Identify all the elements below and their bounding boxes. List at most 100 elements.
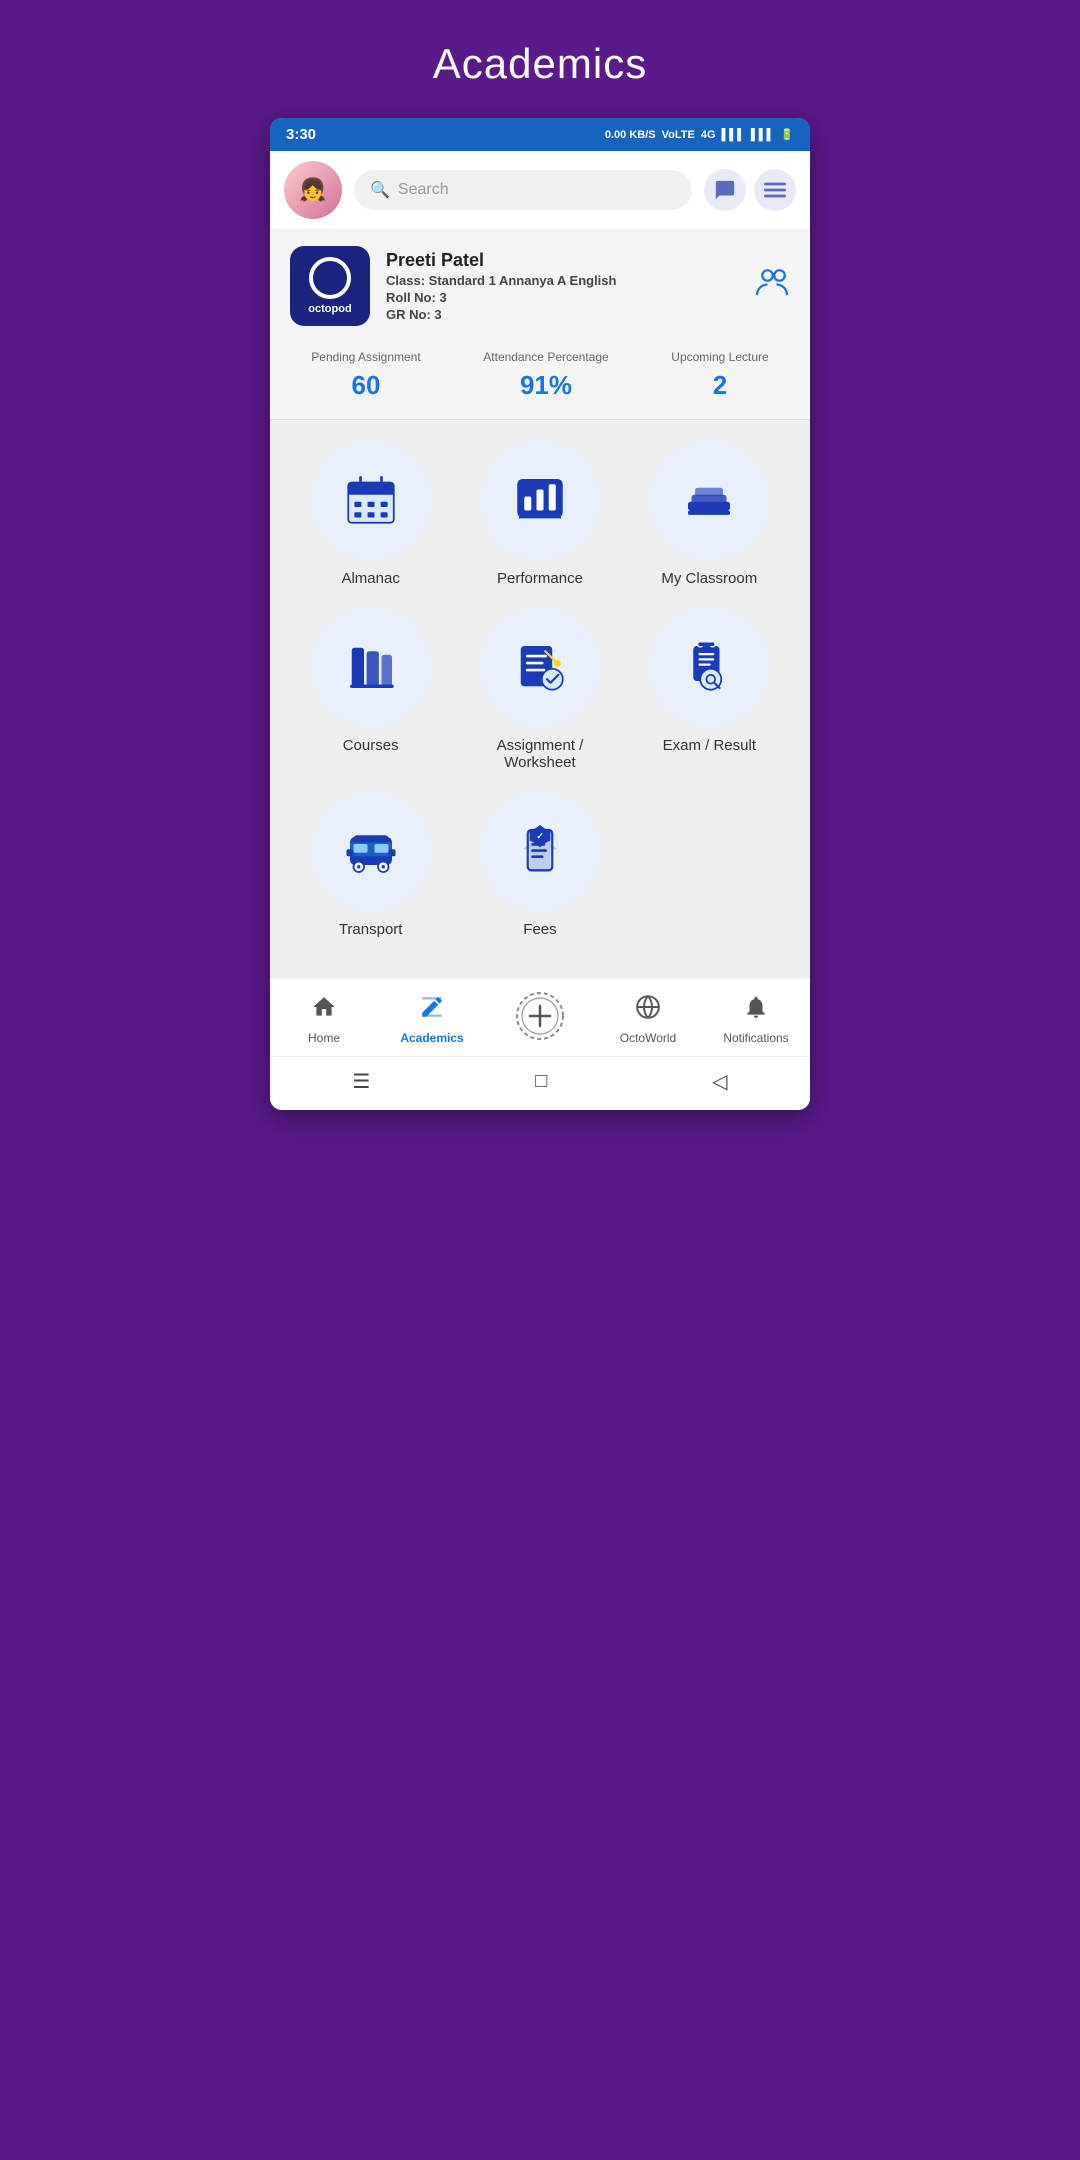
grid-item-transport[interactable]: Transport <box>296 791 446 938</box>
status-time: 3:30 <box>286 126 316 143</box>
stat-attendance-value: 91% <box>483 370 608 401</box>
header-icons <box>704 169 796 211</box>
roll-label: Roll No: <box>386 290 436 305</box>
almanac-icon-circle <box>311 440 431 560</box>
globe-icon <box>635 994 661 1027</box>
class-label: Class: <box>386 273 425 288</box>
nav-octoworld-label: OctoWorld <box>620 1031 676 1045</box>
sys-menu-icon[interactable]: ☰ <box>352 1069 370 1094</box>
header: 👧 🔍 Search <box>270 151 810 230</box>
battery-icon: 🔋 <box>780 128 794 141</box>
phone-frame: 3:30 0.00 KB/S VoLTE 4G ▌▌▌ ▌▌▌ 🔋 👧 🔍 Se… <box>270 118 810 1110</box>
exam-label: Exam / Result <box>663 737 756 754</box>
octopod-circle <box>309 257 351 299</box>
octopod-text: octopod <box>308 303 351 315</box>
stat-upcoming-lecture: Upcoming Lecture 2 <box>671 350 768 401</box>
calendar-icon <box>343 472 399 528</box>
stats-row: Pending Assignment 60 Attendance Percent… <box>270 336 810 420</box>
search-placeholder: Search <box>398 181 449 199</box>
courses-label: Courses <box>343 737 399 754</box>
transport-icon-circle <box>311 791 431 911</box>
grid-item-courses[interactable]: Courses <box>296 607 446 771</box>
search-bar[interactable]: 🔍 Search <box>354 170 692 210</box>
people-icon <box>754 265 790 308</box>
stat-attendance-label: Attendance Percentage <box>483 350 608 364</box>
menu-button[interactable] <box>754 169 796 211</box>
fees-icon: ✓ <box>512 823 568 879</box>
nav-notifications[interactable]: Notifications <box>716 994 796 1045</box>
grid-item-almanac[interactable]: Almanac <box>296 440 446 587</box>
gr-value: 3 <box>434 307 441 322</box>
nav-octoworld[interactable]: OctoWorld <box>608 994 688 1045</box>
chat-icon <box>714 179 736 201</box>
signal-bars: ▌▌▌ <box>722 129 745 141</box>
assignment-icon <box>512 639 568 695</box>
system-nav: ☰ □ ◁ <box>270 1056 810 1110</box>
exam-icon-circle <box>649 607 769 727</box>
nav-academics-label: Academics <box>400 1031 463 1045</box>
nav-home[interactable]: Home <box>284 994 364 1045</box>
network-speed: 0.00 KB/S <box>605 129 656 141</box>
status-right: 0.00 KB/S VoLTE 4G ▌▌▌ ▌▌▌ 🔋 <box>605 128 794 141</box>
grid-item-performance[interactable]: Performance <box>465 440 615 587</box>
sys-back-icon[interactable]: ◁ <box>712 1069 727 1094</box>
status-bar: 3:30 0.00 KB/S VoLTE 4G ▌▌▌ ▌▌▌ 🔋 <box>270 118 810 151</box>
grid-item-my-classroom[interactable]: My Classroom <box>634 440 784 587</box>
nav-home-label: Home <box>308 1031 340 1045</box>
avatar[interactable]: 👧 <box>284 161 342 219</box>
my-classroom-label: My Classroom <box>661 570 757 587</box>
my-classroom-icon-circle <box>649 440 769 560</box>
grid-section: Almanac Performance <box>270 420 810 978</box>
transport-icon <box>343 823 399 879</box>
transport-label: Transport <box>339 921 403 938</box>
grid-item-fees[interactable]: ✓ Fees <box>465 791 615 938</box>
search-icon: 🔍 <box>370 180 390 200</box>
sys-home-icon[interactable]: □ <box>535 1070 547 1093</box>
bottom-nav: Home Academics <box>270 978 810 1056</box>
gr-label: GR No: <box>386 307 431 322</box>
profile-class: Class: Standard 1 Annanya A English <box>386 273 738 288</box>
profile-roll: Roll No: 3 <box>386 290 738 305</box>
class-value: Standard 1 Annanya A English <box>429 273 617 288</box>
svg-text:✓: ✓ <box>536 831 543 841</box>
nav-notifications-label: Notifications <box>723 1031 788 1045</box>
assignment-label: Assignment / Worksheet <box>465 737 615 771</box>
page-title: Academics <box>433 40 647 88</box>
profile-card: octopod Preeti Patel Class: Standard 1 A… <box>270 230 810 336</box>
grid-item-exam[interactable]: Exam / Result <box>634 607 784 771</box>
chat-button[interactable] <box>704 169 746 211</box>
profile-info: Preeti Patel Class: Standard 1 Annanya A… <box>386 250 738 322</box>
bell-icon <box>743 994 769 1027</box>
courses-icon <box>343 639 399 695</box>
grid-row-2: Courses Assignment / Worksheet <box>286 607 794 771</box>
stat-pending-assignment: Pending Assignment 60 <box>311 350 420 401</box>
roll-value: 3 <box>439 290 446 305</box>
performance-icon-circle <box>480 440 600 560</box>
almanac-label: Almanac <box>341 570 399 587</box>
performance-icon <box>512 472 568 528</box>
exam-icon <box>681 639 737 695</box>
stat-attendance: Attendance Percentage 91% <box>483 350 608 401</box>
hamburger-icon <box>764 179 786 201</box>
profile-name: Preeti Patel <box>386 250 738 271</box>
sim-indicator: VoLTE <box>662 129 695 141</box>
plus-badge-icon <box>515 991 565 1048</box>
academics-icon <box>419 994 445 1027</box>
courses-icon-circle <box>311 607 431 727</box>
stat-pending-value: 60 <box>311 370 420 401</box>
stat-lecture-label: Upcoming Lecture <box>671 350 768 364</box>
my-classroom-icon <box>681 472 737 528</box>
nav-academics[interactable]: Academics <box>392 994 472 1045</box>
assignment-icon-circle <box>480 607 600 727</box>
stat-lecture-value: 2 <box>671 370 768 401</box>
grid-item-assignment[interactable]: Assignment / Worksheet <box>465 607 615 771</box>
nav-octoworld-center[interactable] <box>500 991 580 1048</box>
avatar-image: 👧 <box>284 161 342 219</box>
grid-row-3: Transport ✓ Fees <box>286 791 794 938</box>
signal-bars2: ▌▌▌ <box>751 129 774 141</box>
fees-label: Fees <box>523 921 556 938</box>
grid-row-1: Almanac Performance <box>286 440 794 587</box>
performance-label: Performance <box>497 570 583 587</box>
home-icon <box>311 994 337 1027</box>
stat-pending-label: Pending Assignment <box>311 350 420 364</box>
